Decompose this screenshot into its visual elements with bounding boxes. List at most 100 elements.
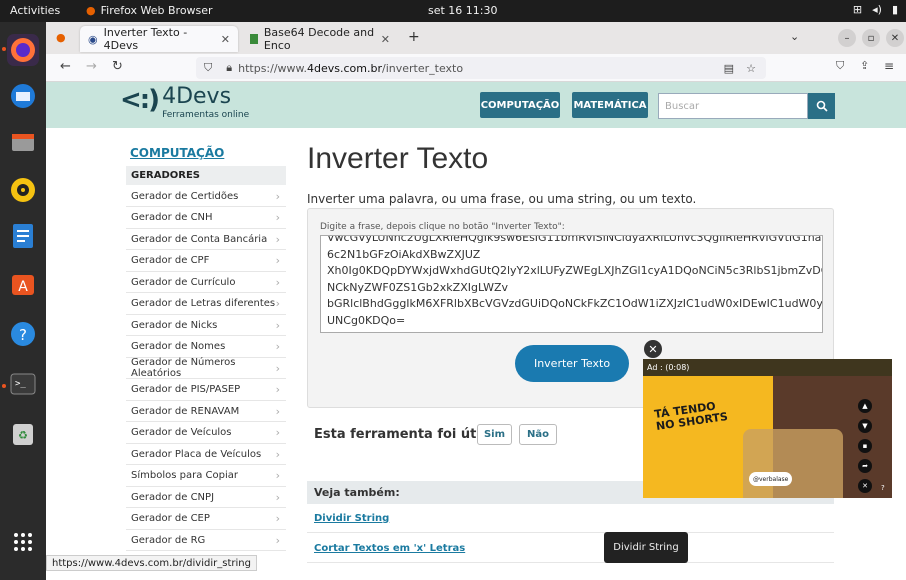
- chevron-right-icon: ›: [275, 232, 280, 246]
- close-tab-icon[interactable]: ✕: [381, 33, 390, 46]
- close-window-button[interactable]: ✕: [886, 29, 904, 47]
- invert-text-button[interactable]: Inverter Texto: [515, 345, 629, 382]
- activities-button[interactable]: Activities: [10, 4, 60, 17]
- page-title: Inverter Texto: [307, 142, 489, 175]
- tab-favicon-icon: ◉: [88, 32, 98, 46]
- url-path: /inverter_texto: [382, 61, 464, 75]
- sidebar-item-label: Gerador de CNH: [131, 212, 213, 223]
- ad-mute-icon[interactable]: ✕: [858, 479, 872, 493]
- software-icon[interactable]: A: [7, 268, 39, 300]
- volume-icon: ◂): [872, 3, 882, 16]
- sidebar-item-label: Gerador Placa de Veículos: [131, 448, 262, 460]
- url-bar[interactable]: ⛉ 🔒︎ https://www. 4devs.com.br/inverter_t…: [196, 57, 766, 79]
- reader-view-icon[interactable]: ▤: [724, 62, 734, 75]
- ad-comment-icon[interactable]: ▪: [858, 439, 872, 453]
- terminal-icon[interactable]: >_: [7, 368, 39, 400]
- trash-icon[interactable]: ♻: [7, 418, 39, 450]
- sidebar-title[interactable]: COMPUTAÇÃO: [130, 146, 224, 160]
- ad-channel-handle[interactable]: @verbalase: [749, 472, 793, 486]
- tab-inverter-texto[interactable]: ◉ Inverter Texto - 4Devs ✕: [80, 26, 238, 52]
- ad-timer: Ad : (0:08): [643, 359, 892, 376]
- reload-icon[interactable]: ↻: [112, 59, 123, 74]
- tab-favicon-icon: [250, 34, 258, 44]
- sidebar-item[interactable]: Gerador de CNH ›: [126, 208, 286, 229]
- logo-subtitle: Ferramentas online: [162, 110, 250, 120]
- ad-close-icon[interactable]: ✕: [644, 340, 662, 358]
- sidebar-item[interactable]: Gerador de Números Aleatórios ›: [126, 357, 286, 379]
- writer-icon[interactable]: [7, 220, 39, 252]
- nav-computacao-button[interactable]: COMPUTAÇÃO: [480, 92, 560, 118]
- sidebar-item[interactable]: Gerador de CNPJ ›: [126, 487, 286, 508]
- text-input[interactable]: VwcGVyLUNhc2UgLXRleHQgIk9sw6EsIG11bmRvIS…: [320, 235, 823, 333]
- ad-share-icon[interactable]: ➦: [858, 459, 872, 473]
- see-also-link-cortar-textos[interactable]: Cortar Textos em 'x' Letras: [307, 534, 834, 563]
- sidebar-item-label: Gerador de Números Aleatórios: [131, 357, 236, 379]
- sidebar-item-label: Gerador de CNPJ: [131, 491, 215, 503]
- chevron-right-icon: ›: [275, 512, 280, 525]
- sidebar-item[interactable]: Gerador de RENAVAM ›: [126, 401, 286, 422]
- sidebar-item[interactable]: Gerador de Letras diferentes ›: [126, 294, 286, 315]
- text-line: VwcGVyLUNhc2UgLXRleHQgIk9sw6EsIG11bmRvIS…: [327, 235, 823, 244]
- ad-slogan: TÁ TENDO NO SHORTS: [654, 399, 729, 433]
- ad-like-icon[interactable]: ▲: [858, 399, 872, 413]
- video-ad[interactable]: Ad : (0:08) TÁ TENDO NO SHORTS @verbalas…: [643, 359, 892, 498]
- new-tab-button[interactable]: +: [408, 29, 420, 45]
- system-tray[interactable]: ⊞ ◂) ▮: [853, 3, 898, 16]
- list-tabs-icon[interactable]: ⌄: [790, 30, 799, 43]
- sidebar-item[interactable]: Símbolos para Copiar ›: [126, 466, 286, 487]
- menu-icon[interactable]: ≡: [884, 59, 894, 73]
- ad-info-icon[interactable]: ?: [881, 484, 885, 492]
- sidebar-item[interactable]: Gerador de Currículo ›: [126, 272, 286, 293]
- pocket-icon[interactable]: ⛉: [836, 59, 844, 73]
- system-top-bar: Activities ● Firefox Web Browser set 16 …: [0, 0, 906, 22]
- chevron-right-icon: ›: [275, 340, 280, 353]
- sidebar-item[interactable]: Gerador de RG ›: [126, 530, 286, 551]
- url-prefix: https://www.: [238, 61, 308, 75]
- search-icon[interactable]: [808, 93, 835, 119]
- see-also-link-dividir-string[interactable]: Dividir String: [307, 504, 834, 533]
- thunderbird-icon[interactable]: [7, 80, 39, 112]
- firefox-view-icon[interactable]: ●: [56, 31, 66, 44]
- ad-dislike-icon[interactable]: ▼: [858, 419, 872, 433]
- close-tab-icon[interactable]: ✕: [221, 33, 230, 46]
- web-page: <:) 4Devs Ferramentas online COMPUTAÇÃO …: [46, 82, 906, 580]
- help-icon[interactable]: ?: [7, 318, 39, 350]
- forward-icon[interactable]: →: [86, 59, 97, 74]
- sidebar-item-label: Gerador de Conta Bancária: [131, 233, 268, 245]
- url-domain: 4devs.com.br: [307, 61, 382, 75]
- firefox-icon[interactable]: [7, 34, 39, 66]
- sidebar-item-label: Gerador de CPF: [131, 255, 210, 266]
- bookmark-star-icon[interactable]: ☆: [746, 62, 756, 75]
- sidebar-item[interactable]: Gerador de Conta Bancária ›: [126, 229, 286, 250]
- back-icon[interactable]: ←: [60, 59, 71, 74]
- tab-title: Inverter Texto - 4Devs: [103, 26, 188, 52]
- sidebar-item[interactable]: Gerador de Nomes ›: [126, 337, 286, 358]
- clock[interactable]: set 16 11:30: [428, 4, 498, 17]
- share-icon[interactable]: ⇪: [860, 59, 869, 72]
- site-logo[interactable]: <:) 4Devs Ferramentas online: [120, 85, 250, 121]
- dock: A ? >_ ♻: [0, 22, 46, 580]
- sidebar-item-label: Gerador de Certidões: [131, 190, 239, 202]
- nav-matematica-button[interactable]: MATEMÁTICA: [572, 92, 648, 118]
- tab-base64[interactable]: Base64 Decode and Enco ✕: [242, 26, 398, 52]
- rhythmbox-icon[interactable]: [7, 174, 39, 206]
- sidebar-item-label: Gerador de Currículo: [131, 276, 236, 288]
- files-icon[interactable]: [7, 126, 39, 158]
- link-tooltip: Dividir String: [604, 532, 688, 563]
- minimize-button[interactable]: –: [838, 29, 856, 47]
- sidebar-item[interactable]: Gerador de Veículos ›: [126, 423, 286, 444]
- app-menu[interactable]: ● Firefox Web Browser: [86, 4, 213, 17]
- sidebar-item[interactable]: Gerador de CPF ›: [126, 251, 286, 272]
- no-button[interactable]: Não: [519, 424, 557, 445]
- search-input[interactable]: Buscar: [658, 93, 808, 119]
- maximize-button[interactable]: ▫: [862, 29, 880, 47]
- text-line: NCkNyZWF0ZS1Gb2xkZXIgLWZv: [327, 280, 508, 294]
- sidebar-item-label: Gerador de Nicks: [131, 319, 218, 331]
- yes-button[interactable]: Sim: [477, 424, 512, 445]
- sidebar-item[interactable]: Gerador de Nicks ›: [126, 315, 286, 336]
- sidebar-item[interactable]: Gerador de PIS/PASEP ›: [126, 380, 286, 401]
- apps-grid-icon[interactable]: [7, 526, 39, 558]
- sidebar-item[interactable]: Gerador de CEP ›: [126, 509, 286, 530]
- sidebar-item[interactable]: Gerador de Certidões ›: [126, 186, 286, 207]
- sidebar-item[interactable]: Gerador Placa de Veículos ›: [126, 444, 286, 465]
